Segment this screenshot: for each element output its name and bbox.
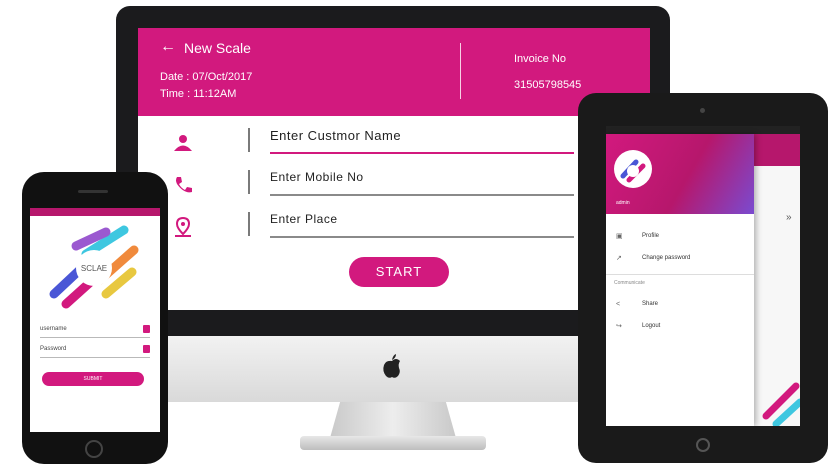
logo-text: SCLAE [81, 264, 107, 273]
monitor-base [300, 436, 486, 450]
navigation-drawer: admin ▣ Profile ↗ Change password Commun… [606, 134, 754, 426]
invoice-label: Invoice No [514, 53, 566, 65]
phone-status-bar [30, 208, 160, 216]
time-text: Time : 11:12AM [160, 88, 237, 100]
user-icon [143, 325, 150, 333]
drawer-item-share[interactable]: < Share [606, 298, 754, 312]
drawer-item-change-password[interactable]: ↗ Change password [606, 252, 754, 266]
drawer-divider [606, 274, 754, 275]
row-separator [248, 170, 250, 194]
desktop-screen: ← New Scale Date : 07/Oct/2017 Time : 11… [138, 28, 650, 310]
tablet-status-bar [606, 126, 800, 134]
arrow-left-icon[interactable]: ← [160, 38, 176, 56]
tablet-camera [700, 108, 705, 113]
avatar[interactable] [614, 150, 652, 188]
share-icon: < [616, 301, 621, 308]
header-divider [460, 43, 461, 99]
user-icon [174, 135, 192, 151]
app-bar-background [754, 134, 800, 166]
phone-icon [176, 177, 192, 193]
mobile-number-input[interactable]: Enter Mobile No [270, 170, 574, 196]
chevron-right-icon[interactable]: » [786, 212, 792, 223]
monitor-stand [330, 402, 456, 438]
scale-header: ← New Scale Date : 07/Oct/2017 Time : 11… [138, 28, 650, 116]
row-separator [248, 212, 250, 236]
submit-button[interactable]: SUBMIT [42, 372, 144, 386]
key-icon: ↗ [616, 255, 622, 262]
row-separator [248, 128, 250, 152]
background-artwork [762, 382, 800, 426]
drawer-item-label: Share [642, 301, 659, 307]
customer-name-input[interactable]: Enter Custmor Name [270, 128, 574, 154]
username-field[interactable]: username [40, 325, 150, 338]
tablet-home-button[interactable] [696, 438, 710, 452]
location-pin-icon [175, 216, 191, 237]
tablet-screen: admin ▣ Profile ↗ Change password Commun… [606, 126, 800, 426]
customer-name-row: Enter Custmor Name [138, 124, 650, 160]
drawer-item-profile[interactable]: ▣ Profile [606, 230, 754, 244]
username-label: username [40, 326, 67, 332]
phone-home-button[interactable] [85, 440, 103, 458]
drawer-item-label: Logout [642, 323, 661, 329]
lock-icon [143, 345, 150, 353]
phone-speaker [78, 190, 108, 193]
password-label: Password [40, 346, 67, 352]
drawer-section-title: Communicate [614, 280, 645, 286]
drawer-item-logout[interactable]: ↪ Logout [606, 320, 754, 334]
invoice-number: 31505798545 [514, 79, 582, 91]
place-input[interactable]: Enter Place [270, 212, 574, 238]
drawer-item-label: Change password [642, 255, 691, 261]
drawer-header: admin [606, 134, 754, 214]
drawer-username: admin [616, 200, 630, 206]
page-title: New Scale [184, 40, 251, 56]
drawer-item-label: Profile [642, 233, 660, 239]
start-button[interactable]: START [349, 257, 449, 287]
avatar-logo-icon [620, 159, 646, 183]
place-row: Enter Place [138, 208, 650, 244]
mobile-row: Enter Mobile No [138, 166, 650, 202]
profile-icon: ▣ [616, 233, 623, 240]
password-field[interactable]: Password [40, 345, 150, 358]
splash-artwork: SCLAE [49, 225, 139, 309]
date-text: Date : 07/Oct/2017 [160, 71, 253, 83]
phone-screen: SCLAE username Password SUBMIT [30, 208, 160, 432]
logout-icon: ↪ [616, 323, 622, 330]
apple-logo-icon [383, 354, 400, 378]
